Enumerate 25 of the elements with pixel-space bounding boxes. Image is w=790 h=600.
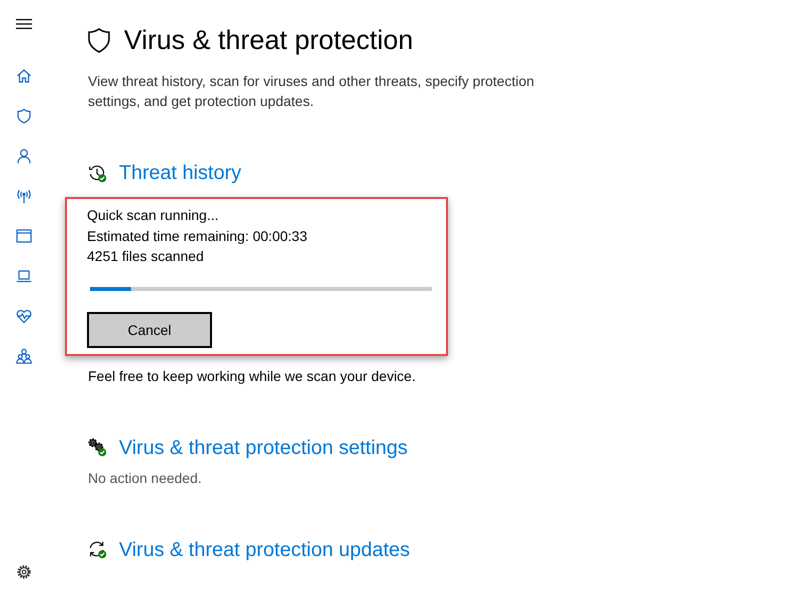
section-note: No action needed. — [88, 468, 203, 488]
files-scanned: 4251 files scanned — [87, 247, 205, 266]
menu-icon[interactable] — [16, 19, 32, 29]
shield-icon[interactable] — [16, 108, 32, 124]
home-icon[interactable] — [16, 68, 32, 84]
antenna-icon[interactable] — [16, 188, 32, 204]
heart-pulse-icon[interactable] — [16, 308, 32, 324]
shield-icon — [88, 28, 110, 52]
section-note: Feel free to keep working while we scan your device. — [88, 366, 417, 386]
window-icon[interactable] — [16, 228, 32, 244]
scan-status: Quick scan running... — [87, 206, 220, 225]
person-icon[interactable] — [16, 148, 32, 164]
cancel-button[interactable]: Cancel — [87, 312, 212, 348]
section-heading-link[interactable]: Virus & threat protection updates — [119, 536, 410, 564]
gears-check-icon — [88, 438, 107, 457]
section-heading-link[interactable]: Virus & threat protection settings — [119, 434, 408, 462]
clock-check-icon — [88, 164, 107, 182]
sync-check-icon — [88, 540, 107, 559]
laptop-icon[interactable] — [16, 268, 32, 284]
page-description: View threat history, scan for viruses and other threats, specify protection settings, and get protection updates. — [88, 72, 536, 111]
family-icon[interactable] — [16, 348, 32, 364]
time-remaining: Estimated time remaining: 00:00:33 — [87, 226, 308, 246]
section-heading-link[interactable]: Threat history — [119, 159, 242, 187]
page-title: Virus & threat protection — [124, 24, 414, 57]
settings-icon[interactable] — [16, 564, 32, 580]
